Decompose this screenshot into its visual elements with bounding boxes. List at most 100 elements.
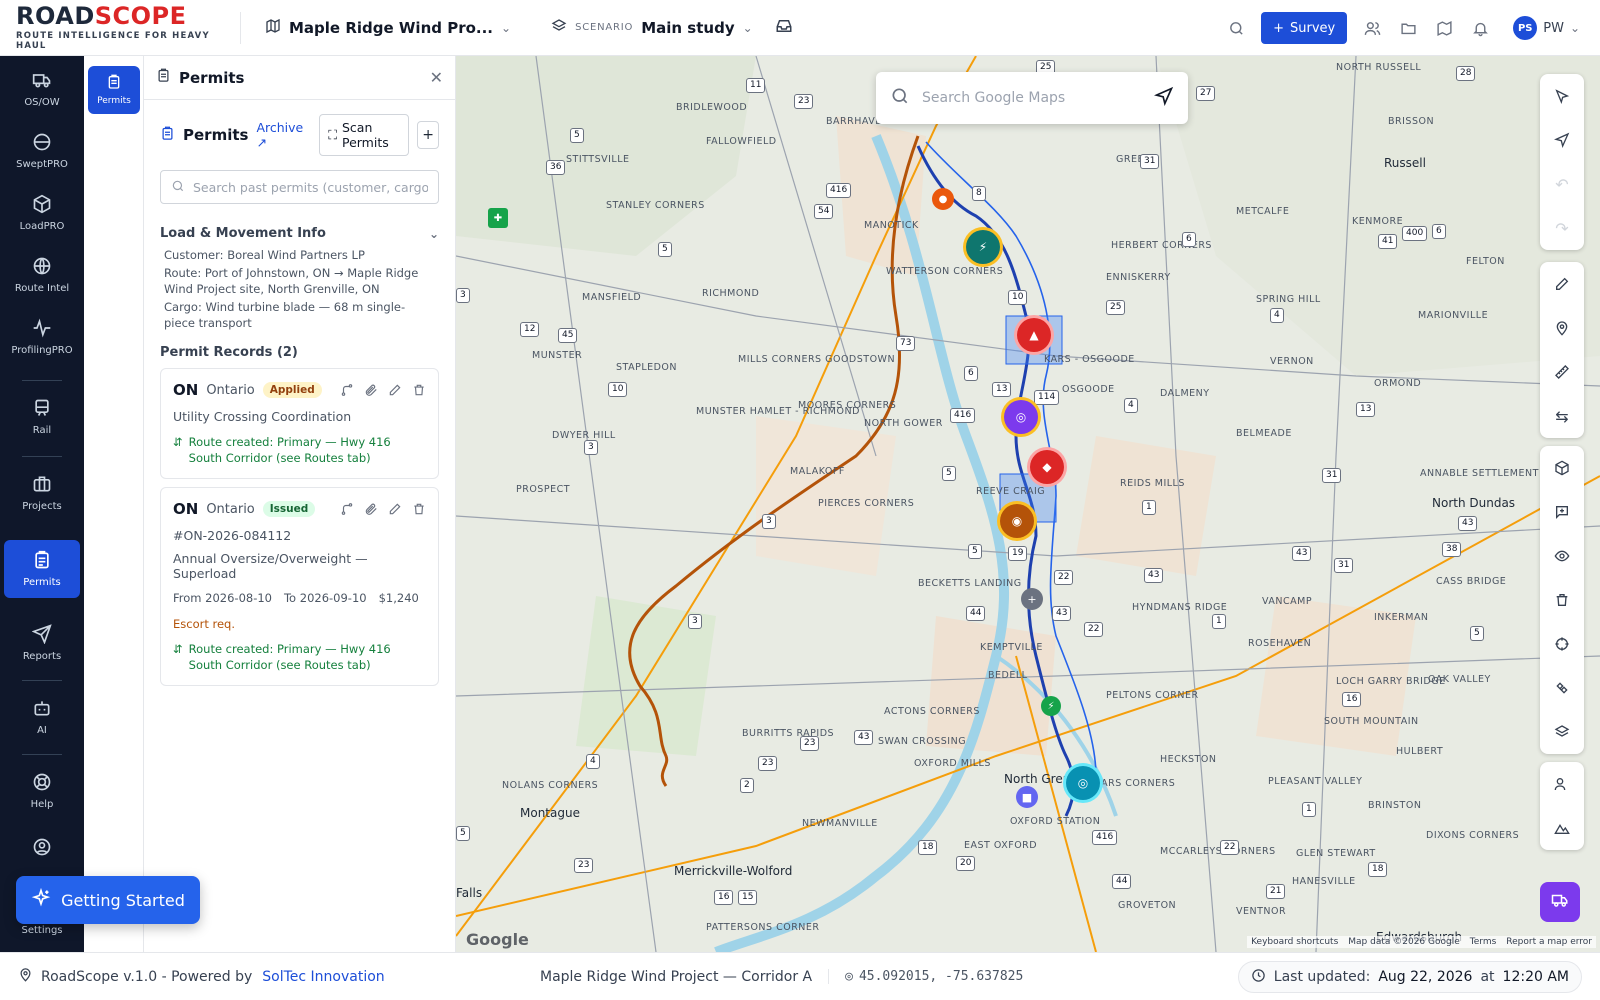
add-permit-button[interactable]: + bbox=[417, 121, 439, 149]
route-created-link[interactable]: ⇵ Route created: Primary — Hwy 416 South… bbox=[173, 641, 426, 673]
edit-icon[interactable] bbox=[388, 502, 402, 516]
scenario-selector[interactable]: SCENARIO Main study ⌄ bbox=[527, 18, 753, 38]
lightning-marker-icon[interactable]: ⚡ bbox=[966, 230, 1000, 264]
nav-item-reports[interactable]: Reports bbox=[4, 614, 80, 672]
map-place-label: DIXONS CORNERS bbox=[1426, 830, 1520, 841]
map-place-label: Merrickville-Wolford bbox=[674, 864, 793, 878]
company-link[interactable]: SolTec Innovation bbox=[262, 969, 384, 985]
google-maps-search-input[interactable] bbox=[922, 90, 1142, 106]
nav-item-rail[interactable]: Rail bbox=[4, 388, 80, 446]
layers-icon[interactable] bbox=[1540, 710, 1584, 754]
highway-shield: 5 bbox=[942, 466, 956, 481]
nav-item-account[interactable] bbox=[4, 828, 80, 868]
search-icon[interactable] bbox=[1225, 17, 1247, 39]
permit-card[interactable]: ON Ontario Issued #ON-2026-084112 Annual… bbox=[160, 487, 439, 686]
undo-icon[interactable]: ↶ bbox=[1540, 162, 1584, 206]
report-error-link[interactable]: Report a map error bbox=[1506, 937, 1592, 947]
highway-shield: 18 bbox=[918, 840, 938, 855]
eye-icon[interactable] bbox=[1540, 534, 1584, 578]
keyboard-shortcuts-link[interactable]: Keyboard shortcuts bbox=[1251, 937, 1338, 947]
permits-toolbar: Permits Archive ↗ ⛶ Scan Permits + bbox=[144, 100, 455, 156]
highway-shield: 3 bbox=[456, 288, 470, 303]
highway-shield: 31 bbox=[1140, 154, 1160, 169]
swap-icon[interactable]: ⇆ bbox=[1540, 394, 1584, 438]
edit-icon[interactable] bbox=[388, 383, 402, 397]
ruler-icon[interactable] bbox=[1540, 350, 1584, 394]
target-icon: ◎ bbox=[845, 969, 853, 984]
bridge-marker-icon[interactable]: ▲ bbox=[1017, 318, 1051, 352]
status-bar: RoadScope v.1.0 - Powered by SolTec Inno… bbox=[0, 952, 1600, 1000]
highway-shield: 5 bbox=[570, 128, 584, 143]
lightning-marker-icon[interactable]: ⚡ bbox=[1041, 696, 1061, 716]
nav-item-route-intel[interactable]: Route Intel bbox=[4, 246, 80, 304]
folder-icon[interactable] bbox=[1397, 17, 1419, 39]
highway-shield: 16 bbox=[1342, 692, 1362, 707]
users-icon[interactable] bbox=[1540, 762, 1584, 806]
pointer-icon[interactable] bbox=[1540, 74, 1584, 118]
pencil-icon[interactable] bbox=[1540, 262, 1584, 306]
comment-plus-icon[interactable] bbox=[1540, 490, 1584, 534]
map-place-label: METCALFE bbox=[1236, 206, 1290, 217]
map-place-label: FELTON bbox=[1466, 256, 1505, 267]
satellite-icon[interactable] bbox=[1540, 666, 1584, 710]
load-info-header[interactable]: Load & Movement Info ⌄ bbox=[160, 226, 439, 241]
map-pin-icon[interactable] bbox=[1540, 306, 1584, 350]
route-icon[interactable] bbox=[340, 383, 354, 397]
brand-logo[interactable]: ROADSCOPE ROUTE INTELLIGENCE FOR HEAVY H… bbox=[0, 4, 240, 51]
map-canvas[interactable]: STITTSVILLE FALLOWFIELD BRIDLEWOOD BARRHAVE… bbox=[456, 56, 1600, 952]
permit-card[interactable]: ON Ontario Applied Utility Crossing Coor… bbox=[160, 368, 439, 479]
nav-item-projects[interactable]: Projects bbox=[4, 464, 80, 522]
vehicle-button[interactable] bbox=[1540, 882, 1580, 922]
nav-item-sweptpro[interactable]: SweptPRO bbox=[4, 122, 80, 180]
inbox-icon[interactable] bbox=[775, 17, 793, 39]
nav-item-loadpro[interactable]: LoadPRO bbox=[4, 184, 80, 242]
trash-icon[interactable] bbox=[412, 383, 426, 397]
route-icon[interactable] bbox=[340, 502, 354, 516]
navigate-icon[interactable] bbox=[1540, 118, 1584, 162]
destination-marker-icon[interactable]: ◎ bbox=[1066, 766, 1100, 800]
park-marker-icon[interactable]: ✚ bbox=[488, 208, 508, 228]
map-toolbar-layers bbox=[1540, 446, 1584, 754]
cube-icon[interactable] bbox=[1540, 446, 1584, 490]
truck-marker-icon[interactable]: ■ bbox=[1016, 786, 1038, 808]
nav-item-permits[interactable]: Permits bbox=[4, 540, 80, 598]
crosshair-icon[interactable] bbox=[1540, 622, 1584, 666]
subnav-item-permits[interactable]: Permits bbox=[88, 66, 140, 114]
cursor-coordinates: ◎ 45.092015, -75.637825 bbox=[828, 969, 1023, 984]
getting-started-button[interactable]: Getting Started bbox=[16, 876, 200, 924]
bell-icon[interactable] bbox=[1469, 17, 1491, 39]
nav-item-profilingpro[interactable]: ProfilingPRO bbox=[4, 308, 80, 366]
paperclip-icon[interactable] bbox=[364, 383, 378, 397]
survey-button[interactable]: + Survey bbox=[1261, 12, 1348, 44]
redo-icon[interactable]: ↷ bbox=[1540, 206, 1584, 250]
map-view-icon[interactable] bbox=[1433, 17, 1455, 39]
archive-link[interactable]: Archive ↗ bbox=[256, 120, 303, 150]
highway-shield: 15 bbox=[738, 890, 758, 905]
route-created-link[interactable]: ⇵ Route created: Primary — Hwy 416 South… bbox=[173, 434, 426, 466]
clearance-marker-icon[interactable]: ◉ bbox=[1000, 504, 1034, 538]
terms-link[interactable]: Terms bbox=[1470, 937, 1497, 947]
user-menu[interactable]: PS PW ⌄ bbox=[1513, 16, 1580, 40]
terrain-icon[interactable] bbox=[1540, 806, 1584, 850]
nav-item-osow[interactable]: OS/OW bbox=[4, 60, 80, 118]
close-icon[interactable]: ✕ bbox=[430, 68, 443, 87]
nav-item-ai[interactable]: AI bbox=[4, 688, 80, 746]
nav-item-help[interactable]: Help bbox=[4, 762, 80, 820]
origin-marker-icon[interactable]: ● bbox=[932, 188, 954, 210]
trash-icon[interactable] bbox=[1540, 578, 1584, 622]
warning-marker-icon[interactable]: ◆ bbox=[1030, 450, 1064, 484]
users-icon[interactable] bbox=[1361, 17, 1383, 39]
highway-shield: 31 bbox=[1334, 558, 1354, 573]
trash-icon[interactable] bbox=[412, 502, 426, 516]
project-selector[interactable]: Maple Ridge Wind Pro... ⌄ bbox=[241, 18, 527, 38]
map-place-label: MARIONVILLE bbox=[1418, 310, 1489, 321]
project-name: Maple Ridge Wind Pro... bbox=[289, 18, 494, 37]
map-place-label: STANLEY CORNERS bbox=[606, 200, 705, 211]
scan-permits-button[interactable]: ⛶ Scan Permits bbox=[319, 114, 410, 156]
plus-marker-icon[interactable]: + bbox=[1021, 588, 1043, 610]
utility-marker-icon[interactable]: ◎ bbox=[1004, 400, 1038, 434]
paperclip-icon[interactable] bbox=[364, 502, 378, 516]
navigate-icon[interactable] bbox=[1153, 86, 1174, 110]
permit-search-input[interactable] bbox=[193, 179, 428, 195]
map-place-label: OXFORD MILLS bbox=[914, 758, 991, 769]
